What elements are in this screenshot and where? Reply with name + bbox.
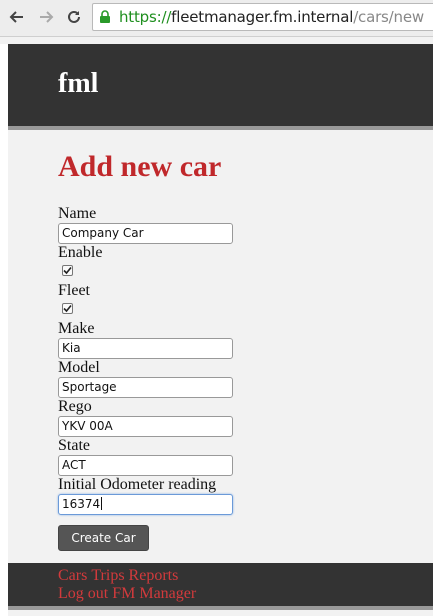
enable-checkbox[interactable] — [62, 265, 73, 276]
fleet-label: Fleet — [58, 282, 90, 299]
model-input[interactable]: Sportage — [58, 377, 233, 398]
state-input[interactable]: ACT — [58, 455, 233, 476]
odometer-input[interactable]: 16374 — [58, 494, 233, 515]
odometer-value: 16374 — [62, 497, 101, 511]
checkmark-icon — [63, 266, 72, 275]
name-input[interactable]: Company Car — [58, 223, 233, 244]
header-divider — [8, 126, 433, 130]
footer-nav: Cars Trips Reports — [58, 567, 182, 585]
brand-logo[interactable]: fml — [58, 68, 98, 100]
fm-manager-link[interactable]: FM Manager — [112, 585, 196, 602]
forward-icon[interactable] — [35, 6, 57, 28]
reload-icon[interactable] — [63, 6, 85, 28]
footer-account: Log out FM Manager — [58, 585, 200, 603]
page-title: Add new car — [58, 150, 222, 183]
enable-label: Enable — [58, 244, 103, 261]
make-input[interactable]: Kia — [58, 338, 233, 359]
browser-toolbar: https://fleetmanager.fm.internal/cars/ne… — [0, 0, 433, 37]
rego-label: Rego — [58, 398, 92, 415]
text-caret — [101, 497, 103, 510]
cars-link[interactable]: Cars — [58, 567, 87, 584]
state-label: State — [58, 437, 90, 454]
rego-input[interactable]: YKV 00A — [58, 416, 233, 437]
name-label: Name — [58, 205, 97, 222]
make-label: Make — [58, 320, 95, 337]
url-text: https://fleetmanager.fm.internal/cars/ne… — [119, 8, 424, 26]
fleet-checkbox[interactable] — [62, 303, 73, 314]
trips-link[interactable]: Trips — [91, 567, 124, 584]
footer-divider — [8, 606, 433, 610]
address-bar[interactable]: https://fleetmanager.fm.internal/cars/ne… — [92, 3, 433, 31]
logout-link[interactable]: Log out — [58, 585, 108, 602]
create-car-button[interactable]: Create Car — [58, 525, 149, 551]
reports-link[interactable]: Reports — [129, 567, 179, 584]
checkmark-icon — [63, 304, 72, 313]
page-edge — [0, 44, 8, 616]
odometer-label: Initial Odometer reading — [58, 476, 217, 493]
lock-icon — [99, 10, 111, 29]
model-label: Model — [58, 359, 100, 376]
back-icon[interactable] — [6, 6, 28, 28]
